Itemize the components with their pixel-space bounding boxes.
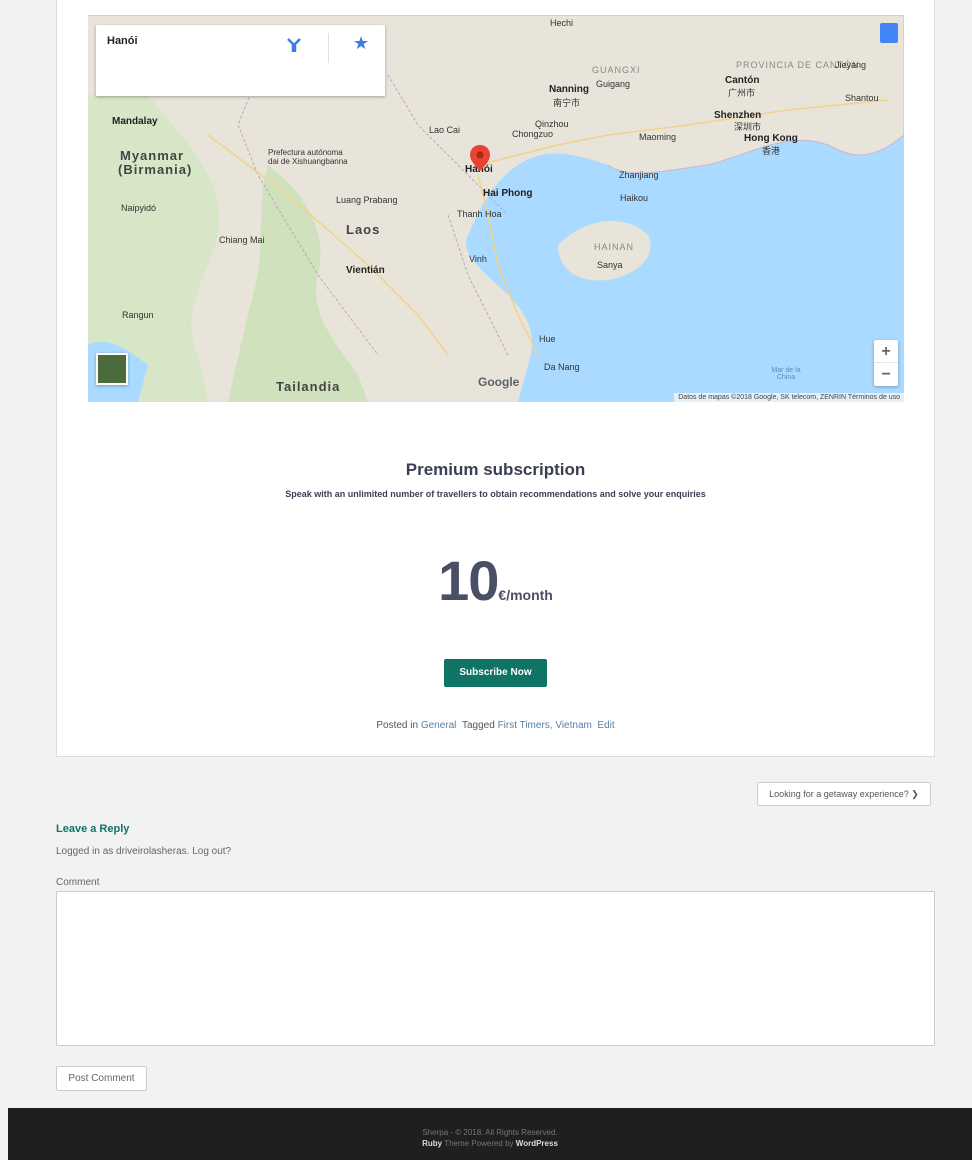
map-label-canton-cn: 广州市 bbox=[728, 88, 756, 98]
map-label-rangun: Rangun bbox=[122, 310, 154, 320]
satellite-toggle-button[interactable] bbox=[96, 353, 128, 385]
next-post-button[interactable]: Looking for a getaway experience? ❯ bbox=[757, 782, 931, 806]
map-label-canton: Cantón bbox=[725, 75, 760, 86]
save-star-icon[interactable]: ★ bbox=[353, 33, 369, 54]
map-label-qinzhou: Qinzhou bbox=[535, 119, 569, 129]
subscribe-button[interactable]: Subscribe Now bbox=[444, 659, 547, 687]
map-label-mandalay: Mandalay bbox=[112, 116, 158, 127]
directions-icon[interactable] bbox=[286, 37, 302, 53]
map-label-birmania: (Birmania) bbox=[118, 162, 193, 177]
footer-wordpress-link[interactable]: WordPress bbox=[516, 1139, 558, 1148]
map[interactable]: Myanmar (Birmania) Laos Tailandia GUANGX… bbox=[88, 15, 904, 402]
posted-in-label: Posted in bbox=[376, 720, 419, 731]
google-logo: Google bbox=[478, 375, 520, 389]
tagged-label: Tagged bbox=[461, 720, 495, 731]
info-divider bbox=[328, 33, 329, 63]
map-label-lao-cai: Lao Cai bbox=[429, 125, 461, 135]
map-label-guangxi: GUANGXI bbox=[592, 65, 641, 75]
map-label-shenzhen-cn: 深圳市 bbox=[734, 122, 762, 132]
map-label-vinh: Vinh bbox=[469, 254, 487, 264]
map-label-naipyido: Naipyidó bbox=[121, 203, 157, 213]
reply-title: Leave a Reply bbox=[56, 823, 130, 835]
location-pin-icon[interactable] bbox=[470, 145, 490, 179]
logged-in-text[interactable]: Logged in as driveirolasheras. Log out? bbox=[56, 846, 231, 857]
post-card: Myanmar (Birmania) Laos Tailandia GUANGX… bbox=[56, 0, 935, 757]
map-label-maoming: Maoming bbox=[639, 132, 677, 142]
plan-subtitle: Speak with an unlimited number of travel… bbox=[285, 489, 706, 499]
map-label-hue: Hue bbox=[539, 334, 556, 344]
zoom-control: + − bbox=[874, 340, 898, 386]
map-label-jieyang: Jieyang bbox=[835, 60, 867, 70]
footer: Sherpa - © 2018. All Rights Reserved. Ru… bbox=[8, 1108, 972, 1160]
map-label-chiang-mai: Chiang Mai bbox=[219, 235, 265, 245]
map-label-hong-kong: Hong Kong bbox=[744, 133, 798, 144]
zoom-in-button[interactable]: + bbox=[874, 340, 898, 363]
map-label-tailandia: Tailandia bbox=[276, 379, 341, 394]
footer-theme-link[interactable]: Ruby bbox=[422, 1139, 442, 1148]
category-link[interactable]: General bbox=[421, 720, 457, 731]
tag-link-first-timers[interactable]: First Timers, bbox=[498, 720, 553, 731]
comment-textarea[interactable] bbox=[56, 891, 935, 1046]
tag-link-vietnam[interactable]: Vietnam bbox=[555, 720, 592, 731]
map-attribution[interactable]: Datos de mapas ©2018 Google, SK telecom,… bbox=[674, 393, 904, 402]
plan-title: Premium subscription bbox=[405, 460, 586, 479]
post-meta: Posted in General Tagged First Timers, V… bbox=[57, 720, 934, 731]
comment-label: Comment bbox=[56, 877, 100, 888]
map-label-haikou: Haikou bbox=[620, 193, 649, 203]
price: 10€/month bbox=[57, 548, 934, 613]
map-label-guigang: Guigang bbox=[596, 79, 631, 89]
map-info-title: Hanói bbox=[107, 35, 138, 47]
price-unit: €/month bbox=[498, 587, 553, 603]
map-label-prefectura: Prefectura autónoma dai de Xishuangbanna bbox=[268, 148, 348, 166]
street-view-pegman-icon[interactable] bbox=[880, 23, 898, 43]
map-label-hai-phong: Hai Phong bbox=[483, 188, 533, 199]
map-label-luang-prabang: Luang Prabang bbox=[336, 195, 398, 205]
footer-copyright: Sherpa - © 2018. All Rights Reserved. bbox=[422, 1128, 558, 1137]
footer-credits: Ruby Theme Powered by WordPress bbox=[8, 1138, 972, 1149]
map-label-laos: Laos bbox=[346, 222, 381, 237]
map-label-sanya: Sanya bbox=[597, 260, 623, 270]
map-label-hong-kong-cn: 香港 bbox=[762, 146, 781, 156]
post-comment-button[interactable]: Post Comment bbox=[56, 1066, 147, 1091]
map-label-hainan: HAINAN bbox=[594, 242, 635, 252]
map-label-chongzuo: Chongzuo bbox=[512, 129, 554, 139]
map-label-shantou: Shantou bbox=[845, 93, 879, 103]
footer-powered-text: Theme Powered by bbox=[444, 1139, 514, 1148]
map-label-thanh-hoa: Thanh Hoa bbox=[457, 209, 502, 219]
zoom-out-button[interactable]: − bbox=[874, 363, 898, 386]
map-label-zhanjiang: Zhanjiang bbox=[619, 170, 659, 180]
map-label-vientian: Vientián bbox=[346, 265, 385, 276]
edit-link[interactable]: Edit bbox=[597, 720, 614, 731]
map-label-myanmar: Myanmar bbox=[120, 148, 185, 163]
map-label-nanning-cn: 南宁市 bbox=[553, 98, 581, 108]
map-label-hechi: Hechi bbox=[550, 18, 574, 28]
map-info-box: Hanói ★ bbox=[96, 25, 385, 96]
price-amount: 10 bbox=[438, 549, 499, 612]
map-label-nanning: Nanning bbox=[549, 84, 589, 95]
map-label-mar-china: Mar de la China bbox=[771, 367, 801, 381]
map-label-da-nang: Da Nang bbox=[544, 362, 580, 372]
